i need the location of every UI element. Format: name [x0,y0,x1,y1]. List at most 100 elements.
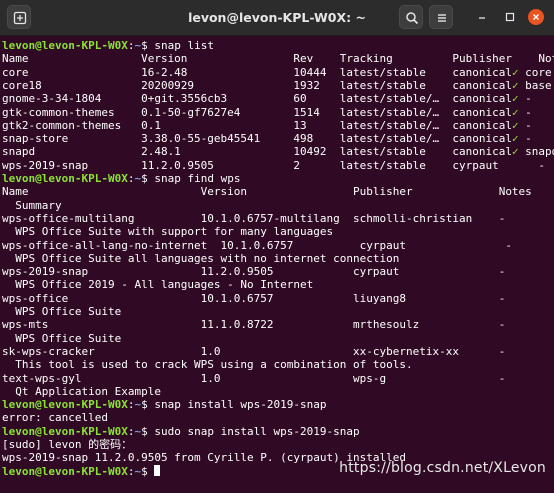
close-icon [533,14,539,20]
output-line: Qt Application Example [2,385,161,398]
output-text: WPS Office Suite [2,331,122,345]
output-notes: snapd [525,145,554,159]
output-notes: - [518,118,532,132]
output-text: wps-mts 11.1.0.8722 mrthesoulz - [2,318,506,332]
command-line: levon@levon-KPL-W0X:~$ snap install wps-… [2,398,327,411]
output-text: gtk2-common-themes 0.1 13 latest/stable/… [2,118,512,132]
command-line: levon@levon-KPL-W0X:~$ snap find wps [2,172,240,185]
minimize-button[interactable] [474,9,490,25]
verified-check-icon: ✓ [511,92,519,106]
verified-check-icon: ✓ [511,78,519,92]
maximize-icon [505,12,515,22]
output-text: WPS Office Suite [2,305,122,318]
output-line: wps-office-multilang 10.1.0.6757-multila… [2,212,505,225]
prompt-user-host: levon@levon-KPL-W0X [2,424,128,438]
output-line: snapd 2.48.1 10492 latest/stable canonic… [2,145,554,158]
output-line: error: cancelled [2,411,108,424]
output-line: WPS Office 2019 - All languages - No Int… [2,278,313,291]
output-line: Name Version Rev Tracking Publisher Note… [2,52,554,65]
output-line: wps-office 10.1.0.6757 liuyang8 - [2,292,505,305]
close-button[interactable] [528,9,544,25]
output-line: text-wps-gyl 1.0 wps-g - [2,372,505,385]
prompt-symbol: $ [141,464,155,478]
command-text: snap install wps-2019-snap [154,398,327,412]
output-line: This tool is used to crack WPS using a c… [2,358,413,372]
search-icon [406,12,419,25]
output-line: WPS Office Suite [2,305,121,318]
maximize-button[interactable] [502,9,518,25]
output-text: text-wps-gyl 1.0 wps-g - [2,371,506,385]
prompt-user-host: levon@levon-KPL-W0X [2,39,128,52]
prompt-symbol: $ [141,172,155,185]
prompt-line: levon@levon-KPL-W0X:~$ [2,464,161,478]
output-text: wps-2019-snap 11.2.0.9505 cyrpaut - [2,265,506,279]
output-line: WPS Office Suite [2,332,121,345]
output-line: gnome-3-34-1804 0+git.3556cb3 60 latest/… [2,92,532,105]
command-text: snap find wps [154,172,241,185]
command-line: levon@levon-KPL-W0X:~$ snap list [2,39,214,52]
output-text: This tool is used to crack WPS using a c… [2,358,413,372]
output-text: Name Version Publisher Notes [2,185,532,199]
output-text: Qt Application Example [2,384,161,398]
prompt-user-host: levon@levon-KPL-W0X [2,398,128,412]
output-text: WPS Office 2019 - All languages - No Int… [2,278,314,292]
output-line: gtk2-common-themes 0.1 13 latest/stable/… [2,119,532,132]
output-notes: - [518,92,532,106]
menu-button[interactable] [429,5,453,29]
output-line: snap-store 3.38.0-55-geb45541 498 latest… [2,132,532,145]
minimize-icon [479,17,485,19]
output-text: WPS Office Suite with support for many l… [2,225,334,239]
output-text: error: cancelled [2,411,108,425]
output-text: wps-office 10.1.0.6757 liuyang8 - [2,291,506,305]
hamburger-menu-icon [438,14,446,22]
command-text: snap list [154,39,214,52]
output-line: sk-wps-cracker 1.0 xx-cybernetix-xx - [2,345,505,358]
title-bar: levon@levon-KPL-W0X: ~ [0,0,554,36]
output-line: [sudo] levon 的密码： [2,438,132,451]
output-line: Summary [2,198,62,212]
text-cursor [154,464,161,476]
output-notes: base [518,78,552,92]
terminal-window: levon@levon-KPL-W0X: ~ levon@levon-KPL-W… [0,0,554,493]
output-text: core 16-2.48 10444 latest/stable canonic… [2,65,512,79]
output-line: wps-2019-snap 11.2.0.9505 2 latest/stabl… [2,159,545,172]
prompt-symbol: $ [141,39,155,52]
output-text: gnome-3-34-1804 0+git.3556cb3 60 latest/… [2,92,512,106]
output-notes: - [518,132,532,146]
verified-check-icon: ✓ [511,132,519,146]
output-text: wps-office-all-lang-no-internet 10.1.0.6… [2,238,512,252]
output-text: wps-2019-snap 11.2.0.9505 2 latest/stabl… [2,158,546,172]
prompt-user-host: levon@levon-KPL-W0X [2,464,128,478]
prompt-symbol: $ [141,424,155,438]
output-line: wps-mts 11.1.0.8722 mrthesoulz - [2,318,505,331]
output-text: gtk-common-themes 0.1-50-gf7627e4 1514 l… [2,105,512,119]
command-text: sudo snap install wps-2019-snap [154,424,360,438]
prompt-user-host: levon@levon-KPL-W0X [2,172,128,185]
verified-check-icon: ✓ [511,145,519,159]
output-text: sk-wps-cracker 1.0 xx-cybernetix-xx - [2,344,506,358]
output-notes: core [518,65,552,79]
watermark-text: https://blog.csdn.net/XLevon [339,460,546,476]
verified-check-icon: ✓ [511,105,519,119]
output-line: wps-office-all-lang-no-internet 10.1.0.6… [2,239,512,252]
output-text: wps-office-multilang 10.1.0.6757-multila… [2,211,506,225]
output-line: WPS Office Suite with support for many l… [2,225,333,238]
output-line: core18 20200929 1932 latest/stable canon… [2,79,552,92]
output-line: wps-2019-snap 11.2.0.9505 cyrpaut - [2,265,505,278]
output-text: WPS Office Suite all languages with no i… [2,251,400,265]
output-line: Name Version Publisher Notes [2,185,532,198]
output-text: snap-store 3.38.0-55-geb45541 498 latest… [2,132,512,146]
output-text: snapd 2.48.1 10492 latest/stable canonic… [2,145,512,159]
verified-check-icon: ✓ [511,65,519,79]
output-line: core 16-2.48 10444 latest/stable canonic… [2,66,552,79]
command-line: levon@levon-KPL-W0X:~$ sudo snap install… [2,425,360,438]
window-title: levon@levon-KPL-W0X: ~ [188,10,366,25]
output-text: [sudo] levon 的密码： [2,438,133,451]
verified-check-icon: ✓ [511,118,519,132]
terminal-output[interactable]: levon@levon-KPL-W0X:~$ snap list Name Ver… [0,36,554,493]
output-text: Name Version Rev Tracking Publisher Note… [2,52,554,66]
prompt-symbol: $ [141,398,155,412]
output-text: Summary [2,198,62,212]
output-line: WPS Office Suite all languages with no i… [2,252,399,265]
search-button[interactable] [399,5,423,29]
